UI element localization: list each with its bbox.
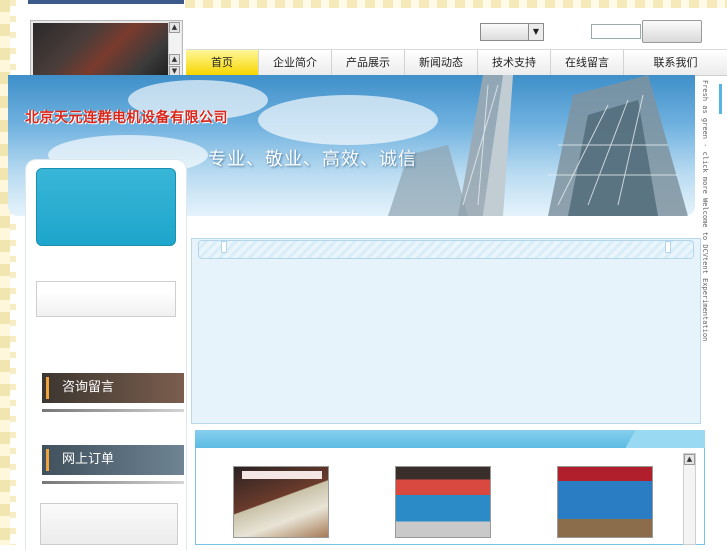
consult-message-label: 咨询留言 xyxy=(62,380,115,395)
news-panel-header xyxy=(198,240,694,259)
nav-item-support[interactable]: 技术支持 xyxy=(478,50,551,75)
product-image[interactable] xyxy=(395,466,491,538)
category-select[interactable]: ▼ xyxy=(480,23,544,41)
tower-illustration xyxy=(388,75,688,216)
header-pin-left xyxy=(221,241,227,253)
product-image[interactable] xyxy=(557,466,653,538)
promo-underline xyxy=(42,409,184,412)
online-order-button[interactable]: 网上订单 xyxy=(42,445,184,475)
promo-mark xyxy=(46,449,49,471)
nav-item-message[interactable]: 在线留言 xyxy=(551,50,624,75)
products-header-tail xyxy=(615,430,705,448)
chevron-down-icon[interactable]: ▼ xyxy=(528,24,543,40)
product-image[interactable] xyxy=(233,466,329,538)
nav-item-news[interactable]: 新闻动态 xyxy=(405,50,478,75)
video-vertical-scrollbar[interactable]: ▲ ▲ ▼ xyxy=(168,22,181,78)
vertical-accent-bar xyxy=(719,84,722,114)
nav-item-home[interactable]: 首页 xyxy=(186,50,259,75)
nav-item-products[interactable]: 产品展示 xyxy=(332,50,405,75)
nav-item-contact[interactable]: 联系我们 xyxy=(624,50,727,75)
scroll-mid-icon[interactable]: ▲ xyxy=(169,54,180,65)
sidebar-bottom-box xyxy=(40,503,178,545)
scroll-up-icon[interactable]: ▲ xyxy=(684,454,695,465)
video-frame xyxy=(33,23,169,77)
header-pin-right xyxy=(665,241,671,253)
online-order-label: 网上订单 xyxy=(62,452,115,467)
products-panel-header xyxy=(195,430,705,448)
promo-mark xyxy=(46,377,49,399)
product-label-strip xyxy=(242,471,322,479)
nav-item-about[interactable]: 企业简介 xyxy=(259,50,332,75)
promo-underline xyxy=(42,481,184,484)
search-button[interactable] xyxy=(642,20,702,43)
main-nav: 首页 企业简介 产品展示 新闻动态 技术支持 在线留言 联系我们 xyxy=(186,49,727,76)
vertical-tagline: Fresh as green - click more Welcome to D… xyxy=(701,80,709,342)
top-accent-line xyxy=(28,0,184,4)
search-input[interactable] xyxy=(591,24,641,39)
company-slogan: 专业、敬业、高效、诚信 xyxy=(208,149,417,170)
sidebar-login-panel xyxy=(36,168,176,246)
company-name: 北京天元连群电机设备有限公司 xyxy=(25,110,228,126)
scroll-up-icon[interactable]: ▲ xyxy=(169,22,180,33)
sidebar-info-box xyxy=(36,281,176,317)
consult-message-button[interactable]: 咨询留言 xyxy=(42,373,184,403)
news-panel xyxy=(191,238,701,424)
products-scrollbar[interactable]: ▲ xyxy=(683,453,696,545)
